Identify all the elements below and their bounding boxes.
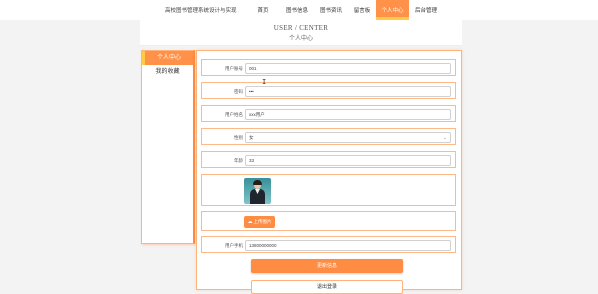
top-navbar: 高校图书管理系统设计与实现 首页 图书信息 图书资讯 留言板 个人中心 后台管理 (0, 0, 598, 20)
sidebar: 个人中心 我的收藏 (141, 50, 195, 244)
age-input[interactable]: 33 (245, 155, 451, 166)
name-label: 用户姓名 (225, 112, 243, 117)
sidebar-item-favorites[interactable]: 我的收藏 (142, 65, 193, 79)
text-cursor-icon: I (262, 78, 267, 86)
form-row-phone: 用户手机 13800000000 (201, 236, 456, 253)
upload-image-label: 上传图片 (253, 219, 272, 224)
gender-label: 性别 (234, 135, 243, 140)
phone-input[interactable]: 13800000000 (245, 240, 451, 251)
gender-select[interactable]: 女 ⌄ (245, 132, 451, 143)
gender-value: 女 (249, 135, 254, 140)
form-row-age: 年龄 33 (201, 151, 456, 168)
main-nav: 首页 图书信息 图书资讯 留言板 个人中心 后台管理 (246, 0, 443, 20)
upload-cloud-icon: ☁ (247, 219, 253, 225)
form-row-account: 用户账号 001 (201, 59, 456, 76)
page-heading-cn: 个人中心 (288, 36, 313, 42)
age-label: 年龄 (234, 158, 243, 163)
nav-book-news[interactable]: 图书资讯 (314, 0, 348, 20)
chevron-down-icon: ⌄ (442, 135, 447, 141)
form-row-avatar (201, 174, 456, 206)
form-row-name: 用户姓名 xxx用户 (201, 105, 456, 122)
avatar-image (244, 178, 271, 204)
phone-label: 用户手机 (225, 243, 243, 248)
name-input[interactable]: xxx用户 (245, 109, 451, 120)
page-heading-en: USER / CENTER (273, 24, 329, 32)
nav-home[interactable]: 首页 (246, 0, 280, 20)
profile-form: 用户账号 001 密码 ••• 用户姓名 xxx用户 性别 女 ⌄ 年龄 33 … (196, 50, 462, 290)
site-title: 高校图书管理系统设计与实现 (165, 8, 237, 14)
account-input[interactable]: 001 (245, 63, 451, 74)
form-row-password: 密码 ••• (201, 82, 456, 99)
upload-image-button[interactable]: ☁上传图片 (244, 216, 275, 228)
nav-book-info[interactable]: 图书信息 (280, 0, 314, 20)
nav-message-board[interactable]: 留言板 (348, 0, 376, 20)
form-row-gender: 性别 女 ⌄ (201, 128, 456, 145)
password-input[interactable]: ••• (245, 86, 451, 97)
nav-personal-center[interactable]: 个人中心 (376, 0, 409, 20)
nav-admin[interactable]: 后台管理 (409, 0, 443, 20)
logout-button[interactable]: 退出登录 (251, 280, 403, 294)
sidebar-item-personal-center[interactable]: 个人中心 (142, 51, 193, 65)
update-info-button[interactable]: 更新信息 (251, 259, 403, 273)
password-label: 密码 (234, 89, 243, 94)
form-row-upload: ☁上传图片 (201, 211, 456, 231)
page-heading: USER / CENTER 个人中心 (140, 20, 462, 46)
account-label: 用户账号 (225, 66, 243, 71)
